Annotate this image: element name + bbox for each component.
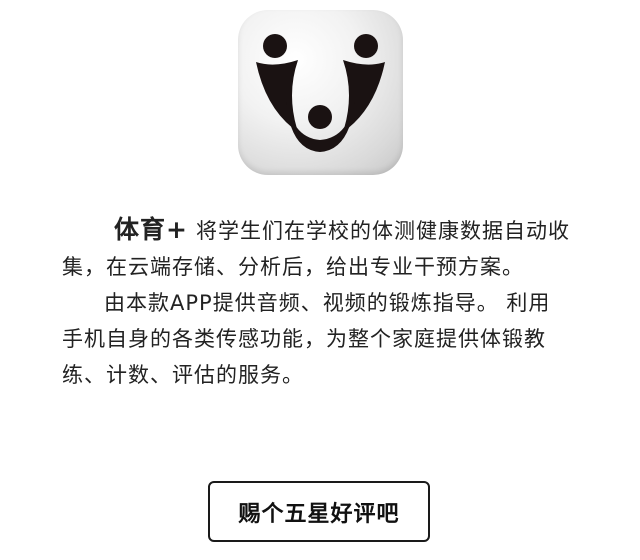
description-paragraph-1: 体育+ 将学生们在学校的体测健康数据自动收集，在云端存储、分析后，给出专业干预方案…	[62, 212, 570, 285]
brand-name: 体育+	[114, 215, 188, 244]
sport-plus-logo-icon	[256, 34, 385, 152]
app-description: 体育+ 将学生们在学校的体测健康数据自动收集，在云端存储、分析后，给出专业干预方案…	[62, 212, 570, 393]
app-icon	[238, 10, 403, 175]
left-figure-head	[263, 34, 287, 58]
rate-five-star-button[interactable]: 赐个五星好评吧	[208, 481, 430, 542]
center-figure-head	[308, 105, 332, 129]
description-paragraph-2: 由本款APP提供音频、视频的锻炼指导。 利用手机自身的各类传感功能，为整个家庭提…	[62, 291, 551, 387]
right-figure-head	[354, 34, 378, 58]
